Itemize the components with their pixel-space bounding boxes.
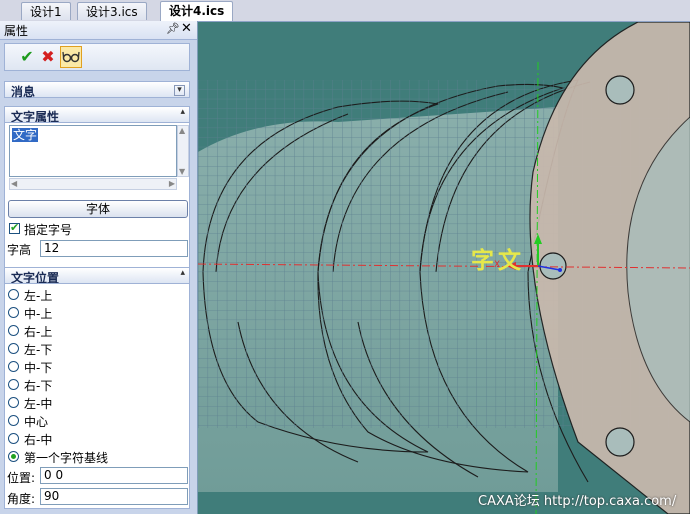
check-icon: ✔ — [10, 221, 20, 234]
radio-center[interactable] — [8, 415, 19, 426]
height-label: 字高 — [7, 243, 32, 257]
panel-toolbar: ✔ ✖ — [4, 43, 190, 71]
height-input[interactable]: 12 — [40, 240, 188, 257]
position-label: 位置: — [7, 471, 36, 485]
glasses-icon[interactable] — [60, 46, 82, 68]
chevron-up-icon[interactable]: ▴ — [180, 268, 185, 278]
3d-viewport[interactable]: 字文 X — [198, 22, 690, 514]
font-button[interactable]: 字体 — [8, 200, 188, 218]
radio-right-top[interactable] — [8, 325, 19, 336]
specify-size-checkbox[interactable]: ✔ — [9, 221, 20, 234]
radio-label: 左-中 — [24, 397, 53, 411]
section-text-position[interactable]: 文字位置 ▴ — [4, 267, 190, 285]
radio-left-middle[interactable] — [8, 397, 19, 408]
section-text-props[interactable]: 文字属性 ▴ — [4, 106, 190, 124]
tab-design3[interactable]: 设计3.ics — [77, 2, 147, 20]
radio-center-bottom[interactable] — [8, 361, 19, 372]
tab-label: 设计3.ics — [86, 5, 138, 19]
radio-right-middle[interactable] — [8, 433, 19, 444]
radio-label: 第一个字符基线 — [24, 451, 109, 465]
panel-title: 属性 — [4, 24, 29, 38]
tab-design1[interactable]: 设计1 — [21, 2, 71, 20]
scroll-left-icon[interactable]: ◀ — [11, 179, 17, 188]
close-icon[interactable]: ✕ — [181, 21, 192, 36]
specify-size-label: 指定字号 — [24, 223, 73, 237]
text-content-input[interactable]: 文字 — [9, 125, 177, 177]
radio-left-top[interactable] — [8, 289, 19, 300]
radio-label: 中-上 — [24, 307, 53, 321]
radio-first-char-baseline[interactable] — [8, 451, 19, 462]
chevron-up-icon[interactable]: ▴ — [180, 107, 185, 117]
radio-left-bottom[interactable] — [8, 343, 19, 354]
radio-center-top[interactable] — [8, 307, 19, 318]
radio-label: 右-下 — [24, 379, 53, 393]
center-hole — [539, 252, 567, 280]
angle-input[interactable]: 90 — [40, 488, 188, 505]
scroll-down-icon[interactable]: ▼ — [179, 167, 185, 176]
tab-design4[interactable]: 设计4.ics — [160, 1, 234, 21]
scene-drawing — [198, 22, 690, 514]
selected-text: 文字 — [12, 128, 39, 142]
angle-label: 角度: — [7, 492, 36, 506]
radio-label: 右-中 — [24, 433, 53, 447]
checkmark-icon[interactable]: ✔ — [17, 47, 37, 67]
text-position-body: 左-上 中-上 右-上 左-下 中-下 右-下 左-中 中心 右-中 第一个字符… — [4, 283, 190, 509]
document-tab-strip: 设计1 设计3.ics 设计4.ics — [0, 0, 690, 22]
radio-label: 左-下 — [24, 343, 53, 357]
z-axis-dot — [558, 268, 562, 272]
radio-label: 右-上 — [24, 325, 53, 339]
axis-marker-label: X — [494, 260, 501, 270]
radio-right-bottom[interactable] — [8, 379, 19, 390]
chevron-down-icon[interactable]: ▾ — [174, 85, 185, 96]
vertical-scrollbar[interactable]: ▲ ▼ — [177, 125, 189, 177]
section-cancel[interactable]: 消息 ▾ — [4, 81, 190, 99]
property-panel: 属性 📌︎ ✕ ✔ ✖ 消息 ▾ 文字属性 ▴ 文字 ▲ ▼ ◀ ▶ 字体 ✔ — [0, 21, 198, 514]
tab-label: 设计4.ics — [169, 4, 225, 18]
forum-watermark: CAXA论坛 http://top.caxa.com/ — [478, 494, 677, 509]
radio-label: 中心 — [24, 415, 49, 429]
scroll-right-icon[interactable]: ▶ — [169, 179, 175, 188]
horizontal-scrollbar[interactable]: ◀ ▶ — [9, 178, 177, 190]
pin-icon[interactable]: 📌︎ — [166, 22, 180, 35]
bolt-hole-top — [605, 75, 635, 105]
position-input[interactable]: 0 0 — [40, 467, 188, 484]
panel-title-bar: 属性 📌︎ ✕ — [0, 21, 197, 40]
section-cancel-label: 消息 — [11, 85, 36, 99]
radio-label: 左-上 — [24, 289, 53, 303]
scroll-up-icon[interactable]: ▲ — [179, 126, 185, 135]
tab-label: 设计1 — [30, 5, 62, 19]
cross-icon[interactable]: ✖ — [38, 47, 58, 67]
radio-label: 中-下 — [24, 361, 53, 375]
bolt-hole-bottom — [605, 427, 635, 457]
text-props-body: 文字 ▲ ▼ ◀ ▶ 字体 ✔ 指定字号 字高 12 — [4, 122, 190, 269]
